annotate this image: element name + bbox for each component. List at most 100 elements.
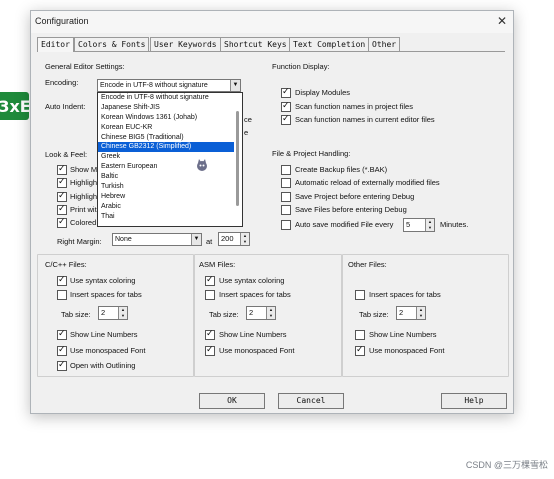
spinner-value: 200 xyxy=(221,234,234,243)
asm-line-numbers-label: Show Line Numbers xyxy=(219,330,287,339)
look-feel-item-label: Show M xyxy=(70,165,98,174)
asm-line-numbers-checkbox[interactable] xyxy=(205,328,215,340)
c-line-numbers-label: Show Line Numbers xyxy=(70,330,138,339)
encoding-option[interactable]: Thai xyxy=(98,212,242,222)
create-backup-checkbox[interactable] xyxy=(281,165,291,175)
close-icon[interactable]: ✕ xyxy=(497,14,507,28)
spinner-value: 2 xyxy=(249,308,254,317)
c-insert-spaces-checkbox[interactable] xyxy=(57,290,67,300)
asm-monospaced-label: Use monospaced Font xyxy=(219,346,295,355)
asm-monospaced-checkbox[interactable] xyxy=(205,344,215,356)
encoding-value: Encode in UTF-8 without signature xyxy=(100,82,208,89)
tab-editor[interactable]: Editor xyxy=(37,37,74,52)
chevron-down-icon[interactable]: ▼ xyxy=(191,234,201,245)
asm-tab-size-label: Tab size: xyxy=(209,310,239,319)
spinner-value: 2 xyxy=(101,308,106,317)
minutes-label: Minutes. xyxy=(440,220,469,229)
scan-project-files-checkbox[interactable] xyxy=(281,100,291,112)
c-tab-size-label: Tab size: xyxy=(61,310,91,319)
c-open-outlining-label: Open with Outlining xyxy=(70,361,136,370)
general-settings-header: General Editor Settings: xyxy=(45,62,125,71)
right-margin-value: None xyxy=(115,236,132,243)
ok-button[interactable]: OK xyxy=(199,393,265,409)
tab-divider xyxy=(37,51,505,52)
other-insert-spaces-checkbox[interactable] xyxy=(355,290,365,300)
other-monospaced-checkbox[interactable] xyxy=(355,344,365,356)
spinner-arrows-icon[interactable]: ▲ ▼ xyxy=(266,307,275,319)
right-margin-select[interactable]: None ▼ xyxy=(112,233,202,246)
encoding-option[interactable]: Turkish xyxy=(98,182,242,192)
asm-tab-size-spinner[interactable]: 2 ▲ ▼ xyxy=(246,306,276,320)
look-feel-item-label: Highligh xyxy=(70,192,98,201)
asm-syntax-coloring-checkbox[interactable] xyxy=(205,274,215,286)
auto-reload-checkbox[interactable] xyxy=(281,178,291,188)
auto-save-label: Auto save modified File every xyxy=(295,220,394,229)
cancel-button[interactable]: Cancel xyxy=(278,393,344,409)
function-display-header: Function Display: xyxy=(272,62,330,71)
mascot-cursor-icon xyxy=(195,158,209,172)
encoding-option[interactable]: Korean EUC-KR xyxy=(98,123,242,133)
display-modules-label: Display Modules xyxy=(295,88,351,97)
spinner-arrows-icon[interactable]: ▲ ▼ xyxy=(425,219,434,231)
at-label: at xyxy=(206,237,213,246)
c-line-numbers-checkbox[interactable] xyxy=(57,328,67,340)
encoding-option-selected[interactable]: Chinese GB2312 (Simplified) xyxy=(98,142,242,153)
configuration-dialog: Configuration ✕ Editor Colors & Fonts Us… xyxy=(30,10,514,414)
tab-text-completion[interactable]: Text Completion xyxy=(289,37,370,51)
tab-colors-fonts[interactable]: Colors & Fonts xyxy=(74,37,150,51)
chevron-down-icon[interactable]: ▼ xyxy=(230,80,240,91)
encoding-option[interactable]: Korean Windows 1361 (Johab) xyxy=(98,113,242,123)
save-files-debug-checkbox[interactable] xyxy=(281,205,291,215)
c-syntax-coloring-checkbox[interactable] xyxy=(57,274,67,286)
encoding-option[interactable]: Baltic xyxy=(98,172,242,182)
encoding-option[interactable]: Greek xyxy=(98,152,242,162)
auto-save-checkbox[interactable] xyxy=(281,220,291,230)
encoding-option[interactable]: Arabic xyxy=(98,202,242,212)
other-insert-spaces-label: Insert spaces for tabs xyxy=(369,290,441,299)
spinner-value: 5 xyxy=(406,220,411,229)
other-monospaced-label: Use monospaced Font xyxy=(369,346,445,355)
scrollbar-thumb[interactable] xyxy=(236,111,239,206)
spinner-arrows-icon[interactable]: ▲ ▼ xyxy=(240,233,249,245)
encoding-option[interactable]: Hebrew xyxy=(98,192,242,202)
encoding-option[interactable]: Encode in UTF-8 without signature xyxy=(98,93,242,103)
right-margin-label: Right Margin: xyxy=(57,237,102,246)
save-files-debug-label: Save Files before entering Debug xyxy=(295,205,407,214)
spinner-arrows-icon[interactable]: ▲ ▼ xyxy=(416,307,425,319)
auto-reload-label: Automatic reload of externally modified … xyxy=(295,178,440,187)
c-open-outlining-checkbox[interactable] xyxy=(57,359,67,371)
scan-editor-files-label: Scan function names in current editor fi… xyxy=(295,115,435,124)
show-margin-checkbox[interactable] xyxy=(57,163,67,175)
encoding-option[interactable]: Chinese BIG5 (Traditional) xyxy=(98,133,242,143)
c-tab-size-spinner[interactable]: 2 ▲ ▼ xyxy=(98,306,128,320)
c-syntax-coloring-label: Use syntax coloring xyxy=(70,276,136,285)
other-tab-size-spinner[interactable]: 2 ▲ ▼ xyxy=(396,306,426,320)
asm-insert-spaces-label: Insert spaces for tabs xyxy=(219,290,291,299)
colored-checkbox[interactable] xyxy=(57,216,67,228)
help-button[interactable]: Help xyxy=(441,393,507,409)
other-line-numbers-checkbox[interactable] xyxy=(355,330,365,340)
c-monospaced-checkbox[interactable] xyxy=(57,344,67,356)
encoding-option[interactable]: Japanese Shift-JIS xyxy=(98,103,242,113)
tab-other[interactable]: Other xyxy=(368,37,401,51)
asm-insert-spaces-checkbox[interactable] xyxy=(205,290,215,300)
encoding-dropdown-list[interactable]: Encode in UTF-8 without signature Japane… xyxy=(97,92,243,227)
watermark-text: CSDN @三万棵雪松 xyxy=(465,460,548,470)
other-files-header: Other Files: xyxy=(348,260,387,269)
encoding-select[interactable]: Encode in UTF-8 without signature ▼ xyxy=(97,79,241,92)
tab-shortcut-keys[interactable]: Shortcut Keys xyxy=(220,37,291,51)
scan-editor-files-checkbox[interactable] xyxy=(281,113,291,125)
right-margin-column-spinner[interactable]: 200 ▲ ▼ xyxy=(218,232,250,246)
tab-user-keywords[interactable]: User Keywords xyxy=(150,37,221,51)
display-modules-checkbox[interactable] xyxy=(281,86,291,98)
save-project-debug-label: Save Project before entering Debug xyxy=(295,192,415,201)
auto-save-minutes-spinner[interactable]: 5 ▲ ▼ xyxy=(403,218,435,232)
spinner-arrows-icon[interactable]: ▲ ▼ xyxy=(118,307,127,319)
print-checkbox[interactable] xyxy=(57,203,67,215)
save-project-debug-checkbox[interactable] xyxy=(281,192,291,202)
obscured-text-2: e xyxy=(244,128,249,137)
highlight-checkbox[interactable] xyxy=(57,190,67,202)
encoding-option[interactable]: Eastern European xyxy=(98,162,242,172)
highlight-checkbox[interactable] xyxy=(57,176,67,188)
dropdown-scrollbar[interactable] xyxy=(234,93,242,226)
